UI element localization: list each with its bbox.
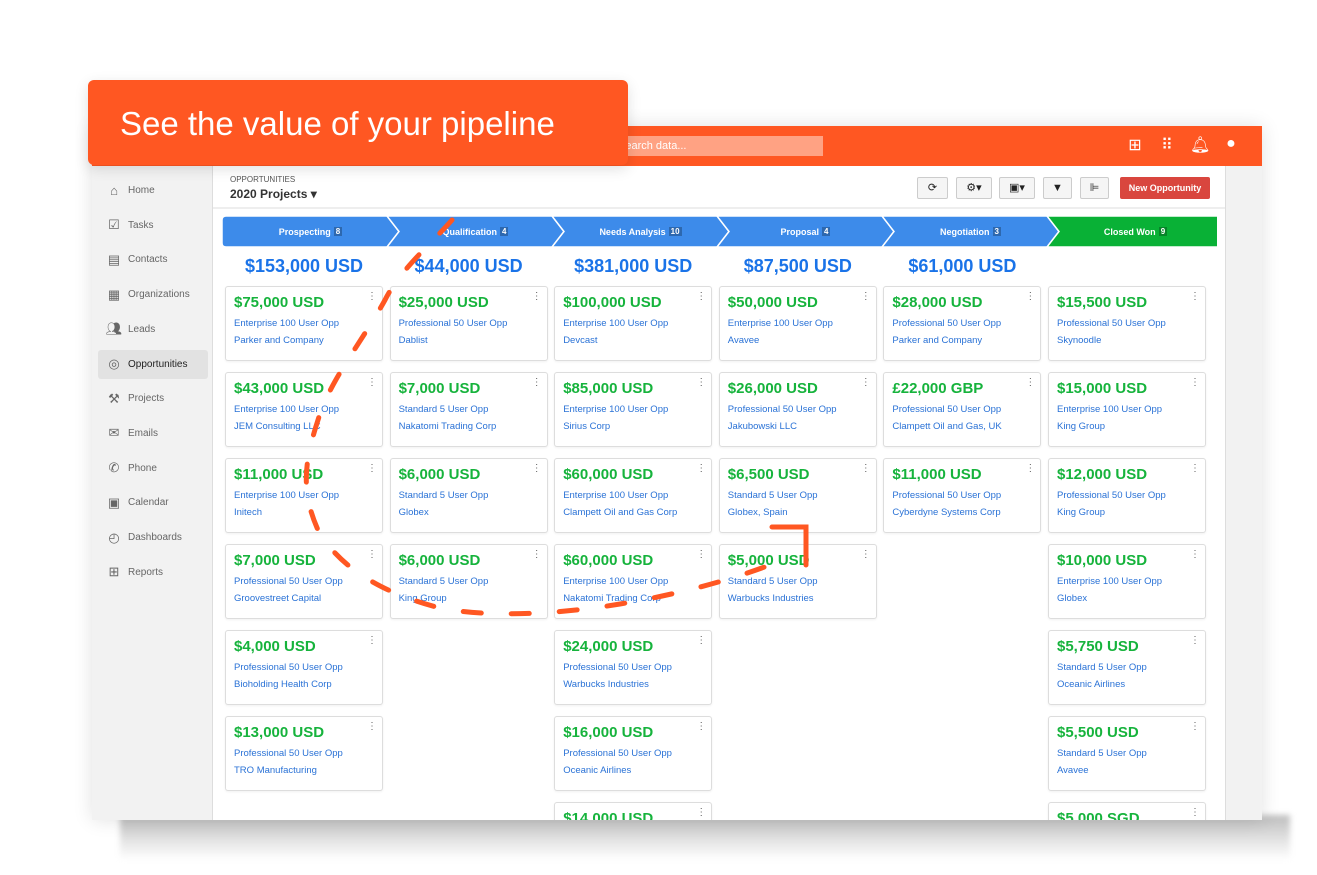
dashed-path-decoration: [303, 217, 809, 617]
